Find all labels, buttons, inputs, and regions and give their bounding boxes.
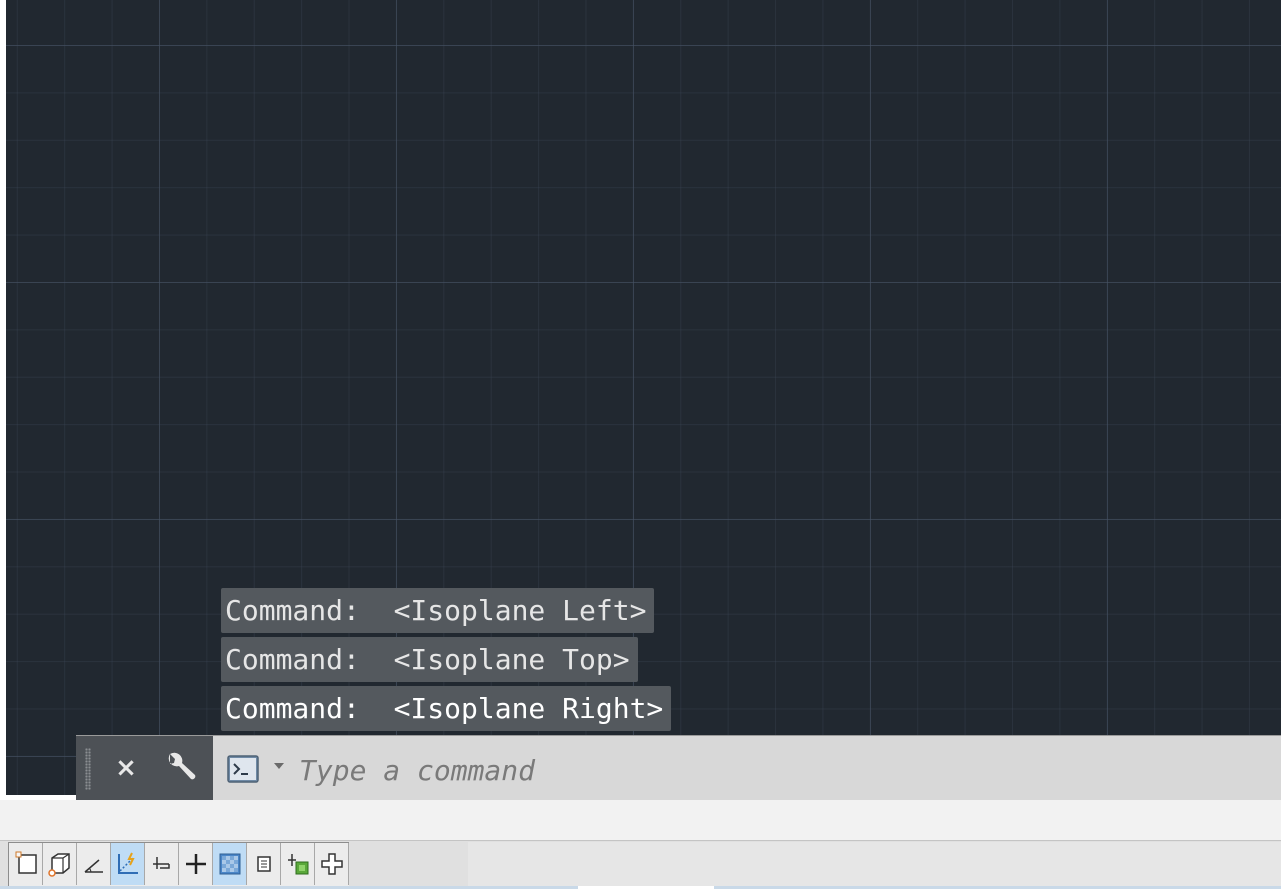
command-history-line: Command: <Isoplane Top> xyxy=(221,637,638,682)
drawing-canvas[interactable] xyxy=(6,0,1281,795)
wrench-icon[interactable] xyxy=(162,750,196,786)
3d-object-snap-icon[interactable] xyxy=(281,843,315,885)
status-bar-toggles xyxy=(8,842,349,888)
command-line-controls: × xyxy=(76,736,213,801)
command-history-line: Command: <Isoplane Right> xyxy=(221,686,672,731)
command-input-area xyxy=(213,736,1281,801)
2d-object-snap-icon[interactable] xyxy=(145,843,179,885)
command-history-line: Command: <Isoplane Left> xyxy=(221,588,655,633)
chevron-down-icon[interactable] xyxy=(274,763,284,769)
close-command-line-button[interactable]: × xyxy=(112,752,140,784)
lineweight-icon[interactable] xyxy=(179,843,213,885)
status-bar-empty-area xyxy=(468,842,1281,886)
model-space-icon[interactable] xyxy=(43,843,77,885)
panel-separator xyxy=(0,800,1281,840)
dynamic-ucs-icon[interactable] xyxy=(315,843,349,885)
status-bar xyxy=(0,840,1281,889)
object-snap-tracking-icon[interactable] xyxy=(111,843,145,885)
command-line-bar: × xyxy=(76,735,1281,801)
polar-tracking-icon[interactable] xyxy=(77,843,111,885)
command-input[interactable] xyxy=(297,746,1201,794)
selection-cycling-icon[interactable] xyxy=(247,843,281,885)
drag-grip-icon[interactable] xyxy=(85,748,91,790)
transparency-icon[interactable] xyxy=(213,843,247,885)
isodraft-icon[interactable] xyxy=(9,843,43,885)
command-prompt-icon[interactable] xyxy=(227,755,259,783)
